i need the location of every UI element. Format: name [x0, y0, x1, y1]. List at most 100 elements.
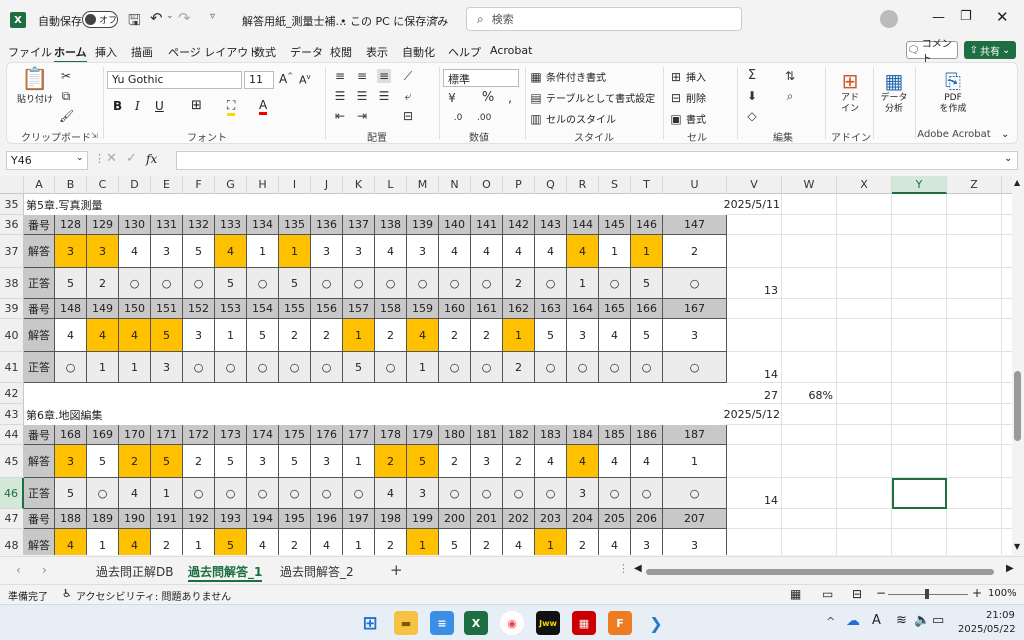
cell[interactable]	[892, 299, 947, 319]
correct-cell[interactable]: ○	[439, 478, 471, 509]
answer-cell[interactable]: 4	[567, 445, 599, 478]
cell[interactable]	[947, 478, 1002, 509]
close-icon[interactable]: ✕	[996, 8, 1009, 26]
cell[interactable]	[837, 509, 892, 529]
column-header[interactable]: G	[215, 176, 247, 194]
score-cell[interactable]: 14	[727, 478, 782, 509]
cell[interactable]	[782, 215, 837, 235]
align-bottom-icon[interactable]: ≡	[377, 69, 391, 83]
accessibility-status[interactable]: アクセシビリティ: 問題ありません	[76, 588, 231, 603]
correct-cell[interactable]: ○	[535, 352, 567, 383]
correct-cell[interactable]: ○	[183, 268, 215, 299]
tab-page-layout[interactable]: ページ レイアウト	[168, 44, 259, 60]
column-header[interactable]: X	[837, 176, 892, 194]
cell[interactable]	[837, 319, 892, 352]
increase-indent-icon[interactable]: ⇥	[355, 109, 369, 123]
add-sheet-icon[interactable]: +	[390, 561, 403, 579]
column-header[interactable]: V	[727, 176, 782, 194]
align-left-icon[interactable]: ☰	[333, 89, 347, 103]
hscroll-right-icon[interactable]: ▶	[1006, 563, 1014, 574]
answer-cell[interactable]: 1	[343, 445, 375, 478]
answer-cell[interactable]: 5	[247, 319, 279, 352]
sheet-tab-3[interactable]: 過去問解答_2	[280, 563, 354, 580]
answer-cell[interactable]: 4	[599, 529, 631, 555]
correct-cell[interactable]: ○	[663, 352, 727, 383]
cell[interactable]	[947, 352, 1002, 383]
shrink-font-icon[interactable]: Av	[299, 73, 311, 87]
correct-cell[interactable]: ○	[631, 352, 663, 383]
answer-cell[interactable]: 4	[407, 319, 439, 352]
cell[interactable]	[892, 235, 947, 268]
answer-cell[interactable]: 5	[631, 319, 663, 352]
cell[interactable]	[1002, 478, 1012, 509]
clipboard-launcher-icon[interactable]: ⇲	[91, 131, 98, 140]
row-header[interactable]: 36	[0, 215, 24, 235]
correct-cell[interactable]: ○	[55, 352, 87, 383]
cell[interactable]	[727, 529, 782, 555]
correct-cell[interactable]: ○	[119, 268, 151, 299]
row-header[interactable]: 45	[0, 445, 24, 478]
scroll-down-icon[interactable]: ▼	[1014, 542, 1020, 551]
cell[interactable]	[837, 529, 892, 555]
answer-cell[interactable]: 4	[503, 529, 535, 555]
cell[interactable]	[782, 194, 837, 215]
answer-cell[interactable]: 4	[535, 235, 567, 268]
cell[interactable]	[1002, 352, 1012, 383]
conditional-format-button[interactable]: ▦ 条件付き書式	[529, 69, 606, 85]
correct-cell[interactable]: ○	[279, 352, 311, 383]
correct-cell[interactable]: ○	[599, 352, 631, 383]
answer-cell[interactable]: 2	[375, 319, 407, 352]
merge-center-icon[interactable]: ⊟	[401, 109, 415, 123]
cell[interactable]	[1002, 194, 1012, 215]
underline-icon[interactable]: U	[155, 99, 164, 113]
correct-cell[interactable]: ○	[311, 478, 343, 509]
score-cell[interactable]: 14	[727, 352, 782, 383]
correct-cell[interactable]: 3	[151, 352, 183, 383]
row-header[interactable]: 43	[0, 404, 24, 425]
chrome-icon[interactable]: ◉	[500, 611, 524, 635]
correct-cell[interactable]: ○	[247, 268, 279, 299]
comma-icon[interactable]: ,	[503, 91, 517, 105]
format-cells-button[interactable]: ▣ 書式	[669, 111, 706, 127]
correct-cell[interactable]: 2	[503, 352, 535, 383]
cell[interactable]	[1002, 404, 1012, 425]
column-header[interactable]: N	[439, 176, 471, 194]
cell[interactable]	[947, 299, 1002, 319]
tray-chevron-icon[interactable]: ^	[826, 615, 835, 628]
correct-cell[interactable]: 5	[55, 478, 87, 509]
tab-insert[interactable]: 挿入	[95, 44, 117, 60]
cell[interactable]	[782, 529, 837, 555]
column-header[interactable]: S	[599, 176, 631, 194]
cell[interactable]	[837, 352, 892, 383]
row-header[interactable]: 42	[0, 383, 24, 404]
answer-cell[interactable]: 4	[439, 235, 471, 268]
column-header[interactable]: Q	[535, 176, 567, 194]
cell[interactable]	[727, 445, 782, 478]
answer-cell[interactable]: 2	[439, 319, 471, 352]
answer-cell[interactable]: 2	[279, 529, 311, 555]
column-header[interactable]: P	[503, 176, 535, 194]
delete-cells-button[interactable]: ⊟ 削除	[669, 90, 706, 106]
answer-cell[interactable]: 3	[407, 235, 439, 268]
answer-cell[interactable]: 4	[119, 319, 151, 352]
answer-cell[interactable]: 1	[183, 529, 215, 555]
correct-cell[interactable]: ○	[663, 268, 727, 299]
cell[interactable]	[1002, 445, 1012, 478]
cell[interactable]	[1002, 235, 1012, 268]
answer-cell[interactable]: 1	[663, 445, 727, 478]
font-size-select[interactable]: 11	[244, 71, 274, 89]
correct-cell[interactable]: 2	[503, 268, 535, 299]
copy-icon[interactable]: ⧉	[59, 89, 73, 103]
correct-cell[interactable]: 5	[631, 268, 663, 299]
page-layout-view-icon[interactable]: ▭	[822, 587, 833, 601]
cell[interactable]	[947, 445, 1002, 478]
correct-cell[interactable]: ○	[183, 352, 215, 383]
percent-cell[interactable]: 68%	[782, 383, 837, 404]
correct-cell[interactable]: ○	[535, 268, 567, 299]
vertical-scrollbar[interactable]: ▲ ▼	[1012, 176, 1024, 555]
search-box[interactable]: ⌕ 検索	[466, 7, 742, 31]
correct-cell[interactable]: 4	[375, 478, 407, 509]
undo-icon[interactable]: ↶	[150, 9, 163, 27]
next-sheet-icon[interactable]: ›	[42, 563, 47, 577]
column-header[interactable]: M	[407, 176, 439, 194]
